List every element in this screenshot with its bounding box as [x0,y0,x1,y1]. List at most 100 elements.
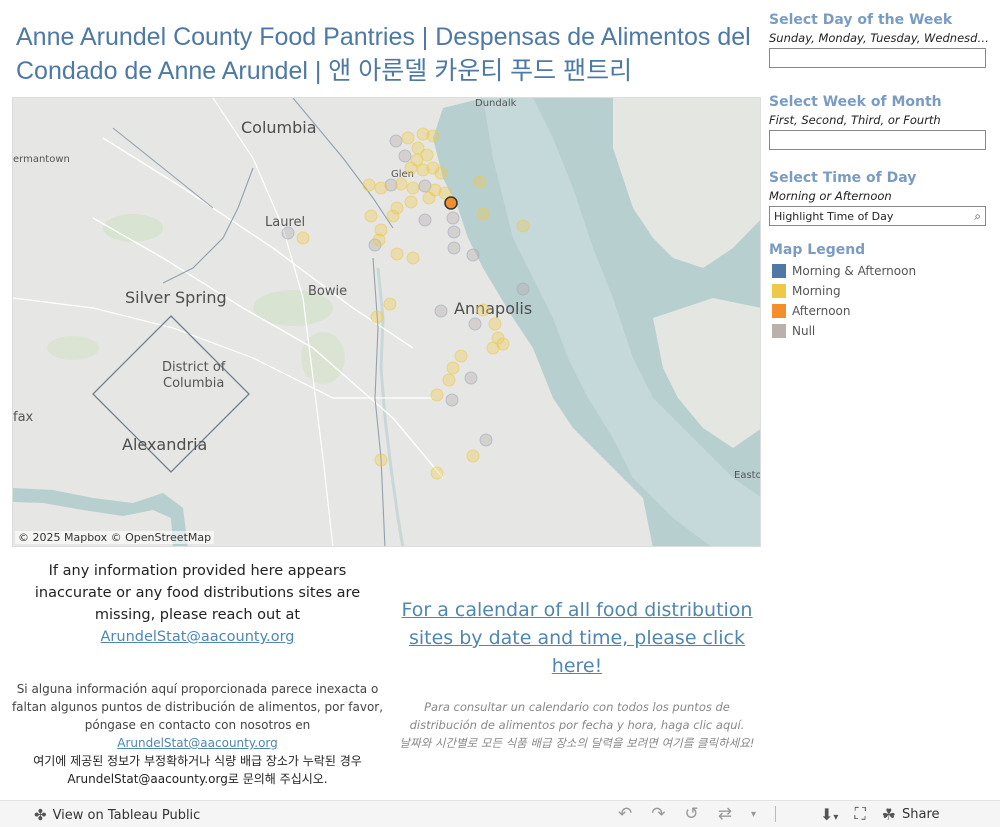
day-filter: Select Day of the Week Sunday, Monday, T… [769,12,991,68]
food-site-marker[interactable] [362,178,376,192]
info-english: If any information provided here appears… [10,560,385,648]
food-site-marker[interactable] [389,134,403,148]
food-site-marker[interactable] [442,373,456,387]
food-site-marker[interactable] [406,181,420,195]
legend-item[interactable]: Null [769,321,991,341]
food-site-marker[interactable] [446,211,460,225]
tableau-toolbar: ✤ View on Tableau Public ↶ ↷ ↺ ⇄ ▾ ⬇︎▾ ⛶… [0,800,1000,827]
dashboard: Anne Arundel County Food Pantries | Desp… [0,0,1000,827]
legend-item[interactable]: Morning [769,281,991,301]
tableau-logo-icon: ✤ [34,806,47,824]
food-site-marker[interactable] [488,317,502,331]
food-site-marker[interactable] [447,225,461,239]
food-site-marker[interactable] [390,247,404,261]
food-site-marker[interactable] [374,181,388,195]
history-tools: ↶ ↷ ↺ ⇄ ▾ [618,804,800,824]
page-title: Anne Arundel County Food Pantries | Desp… [16,23,751,85]
food-site-marker[interactable] [516,282,530,296]
food-site-marker[interactable] [454,349,468,363]
legend-label: Null [792,324,816,338]
food-site-marker[interactable] [401,131,415,145]
food-site-marker[interactable] [445,393,459,407]
refresh-dropdown-icon[interactable]: ▾ [751,809,756,820]
food-site-marker[interactable] [404,195,418,209]
food-site-marker[interactable] [430,388,444,402]
contact-email-link-es[interactable]: ArundelStat@aacounty.org [117,736,278,750]
time-highlight-search[interactable]: Highlight Time of Day ⌕ [769,206,986,226]
calendar-text-korean[interactable]: 날짜와 시간별로 모든 식품 배급 장소의 달력을 보려면 여기를 클릭하세요! [390,734,764,752]
legend-label: Morning [792,284,841,298]
week-filter-input[interactable] [769,130,986,150]
food-site-marker[interactable] [446,361,460,375]
food-site-marker[interactable] [406,251,420,265]
legend-swatch [772,324,786,338]
map-markers-layer[interactable] [13,98,761,547]
food-pantry-map[interactable]: Dundalk Columbia ermantown Glen Laurel S… [12,97,761,547]
food-site-marker[interactable] [374,453,388,467]
food-site-marker[interactable] [430,466,444,480]
calendar-text-spanish[interactable]: Para consultar un calendario con todos l… [390,698,764,734]
legend-swatch [772,264,786,278]
fullscreen-icon[interactable]: ⛶ [854,804,865,824]
food-site-marker[interactable] [479,433,493,447]
food-site-marker[interactable] [398,149,412,163]
time-filter-subtitle: Morning or Afternoon [769,189,892,203]
calendar-link-translations[interactable]: Para consultar un calendario con todos l… [390,698,764,752]
food-site-marker[interactable] [447,241,461,255]
food-site-marker[interactable] [372,233,386,247]
legend-label: Morning & Afternoon [792,264,917,278]
day-filter-input[interactable] [769,48,986,68]
food-site-marker[interactable] [496,337,510,351]
revert-icon[interactable]: ↺ [685,804,699,824]
food-site-marker[interactable] [394,177,408,191]
redo-icon[interactable]: ↷ [651,804,665,824]
calendar-link[interactable]: For a calendar of all food distribution … [393,596,761,680]
food-site-marker[interactable] [466,248,480,262]
legend-list: Morning & Afternoon Morning Afternoon Null [769,261,991,341]
day-filter-title: Select Day of the Week [769,12,953,28]
food-site-marker[interactable] [422,191,436,205]
food-site-marker[interactable] [383,297,397,311]
food-site-marker[interactable] [296,231,310,245]
toolbar-divider [775,806,777,822]
food-site-marker[interactable] [426,129,440,143]
food-site-marker[interactable] [434,304,448,318]
share-button[interactable]: Share [902,807,940,822]
legend-swatch [772,304,786,318]
food-site-marker[interactable] [281,226,295,240]
share-icon[interactable]: ☘ [882,805,896,824]
info-spanish-text: Si alguna información aquí proporcionada… [11,682,384,732]
food-site-marker[interactable] [476,207,490,221]
selected-site-marker[interactable] [444,196,458,210]
food-site-marker[interactable] [386,209,400,223]
map-attribution[interactable]: © 2025 Mapbox © OpenStreetMap [15,531,215,544]
food-site-marker[interactable] [364,209,378,223]
food-site-marker[interactable] [466,449,480,463]
refresh-icon[interactable]: ⇄ [718,804,732,824]
food-site-marker[interactable] [404,161,418,175]
search-icon[interactable]: ⌕ [974,209,981,224]
week-filter-subtitle: First, Second, Third, or Fourth [769,113,941,127]
food-site-marker[interactable] [434,166,448,180]
undo-icon[interactable]: ↶ [618,804,632,824]
legend-item[interactable]: Afternoon [769,301,991,321]
view-on-tableau-button[interactable]: ✤ View on Tableau Public [34,806,200,824]
food-site-marker[interactable] [468,317,482,331]
food-site-marker[interactable] [464,371,478,385]
week-filter: Select Week of Month First, Second, Thir… [769,94,991,150]
info-spanish: Si alguna información aquí proporcionada… [10,680,385,752]
download-icon[interactable]: ⬇︎▾ [820,805,838,824]
time-filter-title: Select Time of Day [769,170,917,186]
day-filter-subtitle: Sunday, Monday, Tuesday, Wednesda... [769,31,991,45]
food-site-marker[interactable] [370,310,384,324]
food-site-marker[interactable] [516,219,530,233]
legend-label: Afternoon [792,304,851,318]
filter-panel: Select Day of the Week Sunday, Monday, T… [769,12,991,341]
time-filter: Select Time of Day Morning or Afternoon … [769,170,991,226]
legend-item[interactable]: Morning & Afternoon [769,261,991,281]
food-site-marker[interactable] [420,148,434,162]
contact-email-link[interactable]: ArundelStat@aacounty.org [101,629,295,645]
food-site-marker[interactable] [476,303,490,317]
food-site-marker[interactable] [473,175,487,189]
food-site-marker[interactable] [418,213,432,227]
